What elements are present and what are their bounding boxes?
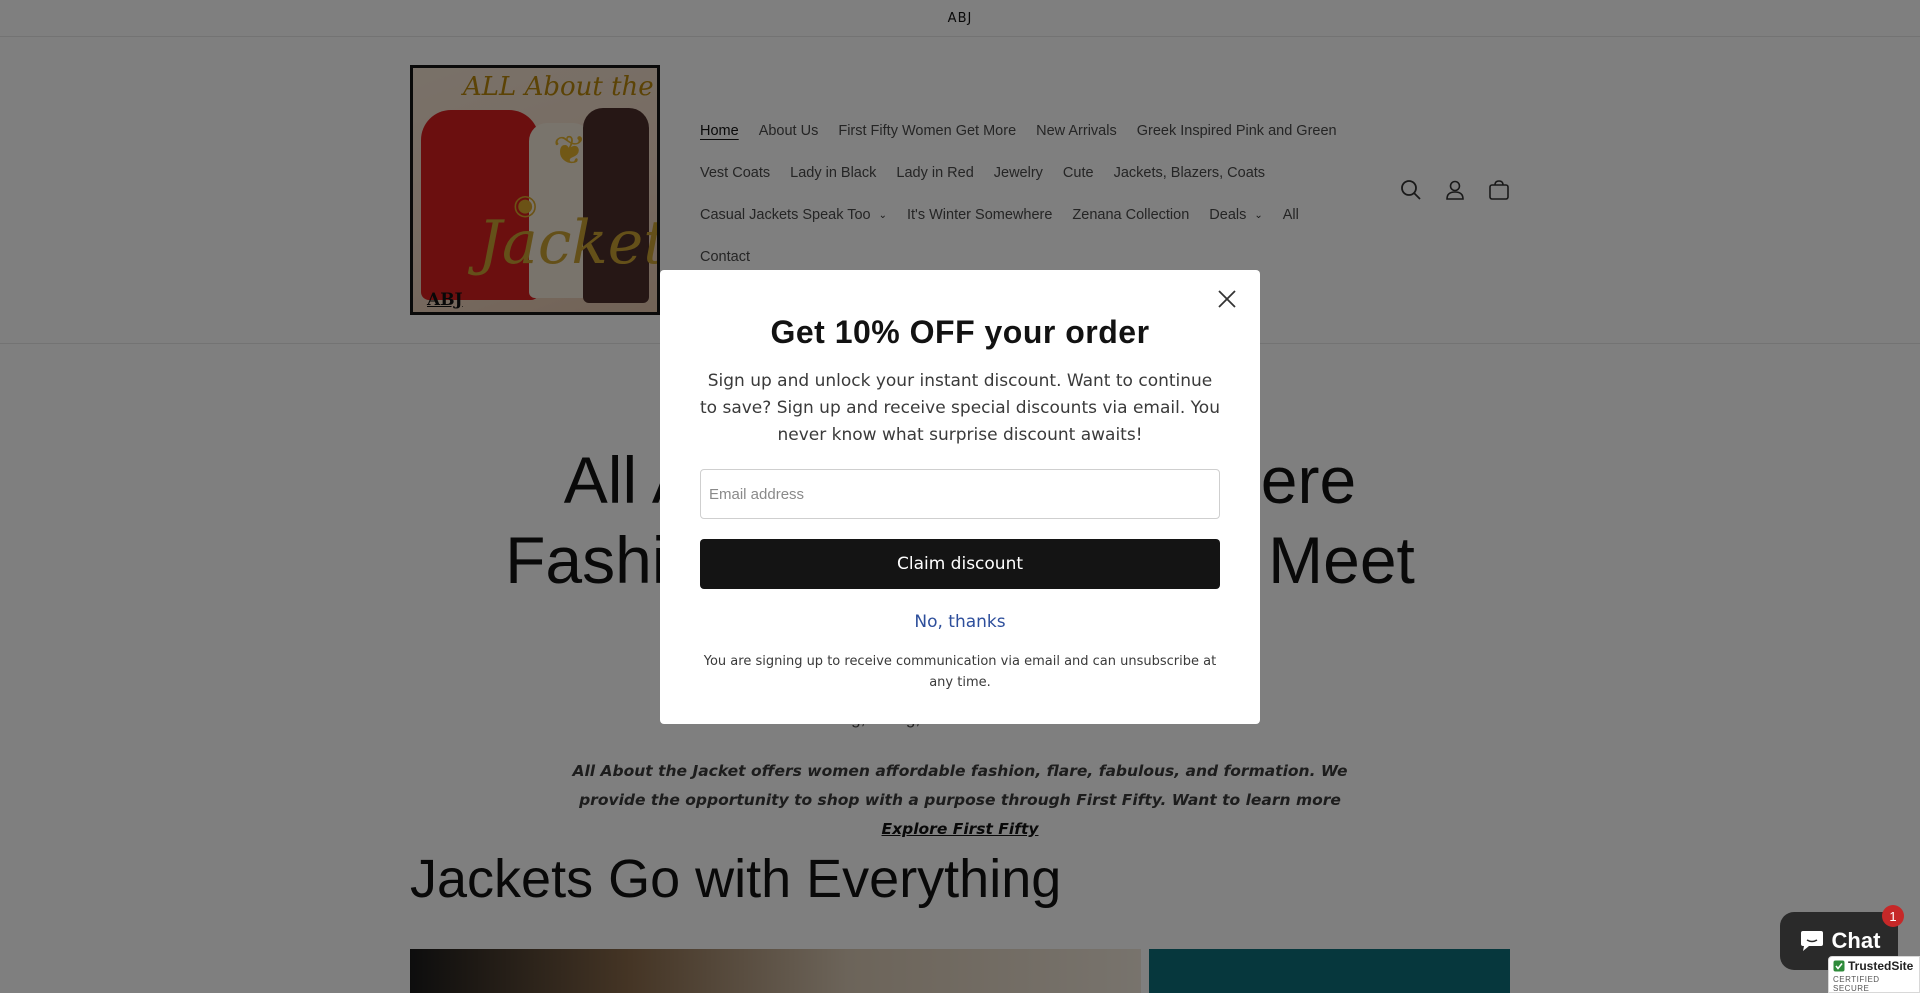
popup-title: Get 10% OFF your order [770,314,1150,350]
chat-badge: 1 [1882,905,1904,927]
checkmark-icon [1833,960,1845,972]
chat-label: Chat [1831,928,1881,953]
chat-bubble-icon [1800,931,1823,951]
email-field[interactable] [700,469,1220,519]
claim-discount-button[interactable]: Claim discount [700,539,1220,589]
no-thanks-button[interactable]: No, thanks [660,612,1260,632]
close-icon[interactable] [1212,284,1242,314]
trustedsite-title: TrustedSite [1848,959,1914,973]
discount-popup: Get 10% OFF your order Sign up and unloc… [660,270,1260,724]
trustedsite-badge[interactable]: TrustedSite CERTIFIED SECURE [1828,956,1920,993]
trustedsite-subtitle: CERTIFIED SECURE [1833,975,1880,993]
popup-disclaimer: You are signing up to receive communicat… [703,654,1217,690]
popup-text: Sign up and unlock your instant discount… [700,371,1220,445]
